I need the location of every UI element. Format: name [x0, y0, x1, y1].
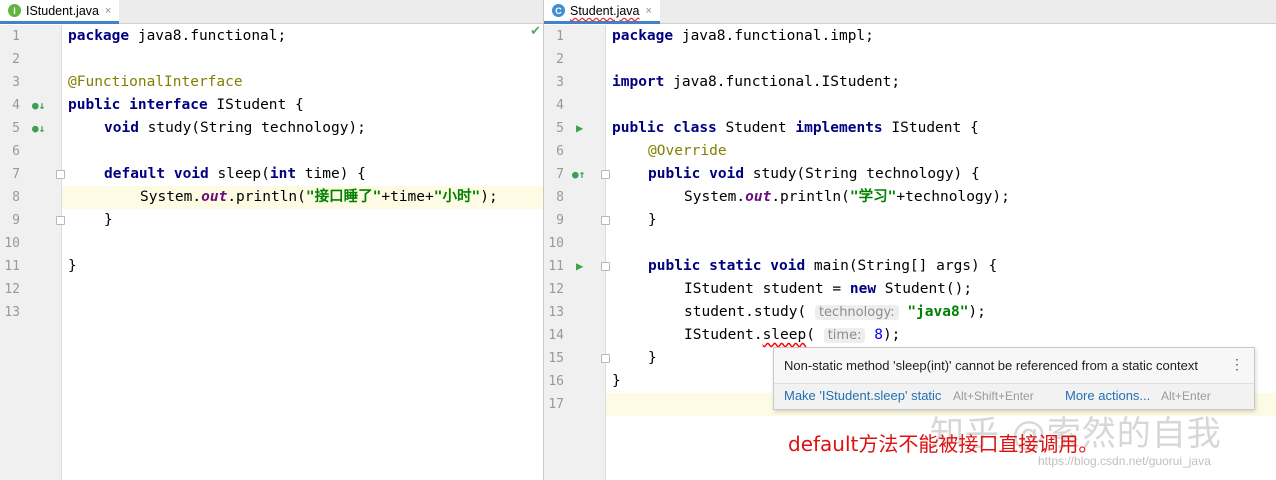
- line-number: 13: [4, 305, 20, 320]
- tab-label: IStudent.java: [26, 3, 99, 18]
- left-gutter: 1 2 3 4 5 6 7 8 9 10 11 12 13 ●↓ ●↓: [0, 25, 65, 480]
- error-tooltip-popup: Non-static method 'sleep(int)' cannot be…: [773, 347, 1255, 410]
- code-line-8: System.out.println("接口睡了"+time+"小时");: [140, 189, 498, 205]
- line-number: 1: [556, 29, 564, 44]
- line-number: 11: [4, 259, 20, 274]
- run-icon[interactable]: ▶: [576, 255, 583, 278]
- interface-file-icon: I: [8, 4, 21, 17]
- left-tab-bar: I IStudent.java ×: [0, 0, 543, 24]
- code-line-7: public void study(String technology) {: [648, 166, 980, 182]
- line-number: 9: [556, 213, 564, 228]
- code-line-8: System.out.println("学习"+technology);: [684, 189, 1010, 205]
- code-line-5: public class Student implements IStudent…: [612, 120, 979, 136]
- line-number: 5: [12, 121, 20, 136]
- more-actions-link[interactable]: More actions...: [1065, 388, 1150, 403]
- line-number: 6: [12, 144, 20, 159]
- implemented-by-icon[interactable]: ●↓: [32, 94, 45, 117]
- inspection-ok-icon[interactable]: ✔: [530, 24, 541, 39]
- close-icon[interactable]: ×: [105, 5, 111, 17]
- code-line-9: }: [648, 212, 657, 228]
- line-number: 7: [12, 167, 20, 182]
- implements-method-icon[interactable]: ●↑: [572, 163, 585, 186]
- line-number: 10: [548, 236, 564, 251]
- code-line-14: IStudent.sleep( time: 8);: [684, 327, 901, 343]
- right-tab-bar: C Student.java ×: [544, 0, 1276, 24]
- close-icon[interactable]: ×: [646, 5, 652, 17]
- parameter-hint: technology:: [814, 305, 899, 320]
- line-number: 14: [548, 328, 564, 343]
- shortcut-hint: Alt+Enter: [1161, 389, 1211, 403]
- line-number: 4: [556, 98, 564, 113]
- left-code-area[interactable]: package java8.functional; @FunctionalInt…: [62, 25, 543, 480]
- code-line-12: IStudent student = new Student();: [684, 281, 973, 297]
- implemented-by-icon[interactable]: ●↓: [32, 117, 45, 140]
- line-number: 3: [12, 75, 20, 90]
- code-line-9: }: [104, 212, 113, 228]
- line-number: 2: [556, 52, 564, 67]
- line-number: 13: [548, 305, 564, 320]
- line-number: 8: [556, 190, 564, 205]
- line-number: 9: [12, 213, 20, 228]
- error-highlight[interactable]: sleep: [763, 327, 807, 343]
- code-line-1: package java8.functional.impl;: [612, 28, 874, 44]
- line-number: 6: [556, 144, 564, 159]
- line-number: 4: [12, 98, 20, 113]
- more-options-icon[interactable]: ⋮: [1230, 356, 1244, 373]
- watermark-url: https://blog.csdn.net/guorui_java: [1038, 454, 1211, 468]
- line-number: 12: [4, 282, 20, 297]
- line-number: 1: [12, 29, 20, 44]
- code-line-3: import java8.functional.IStudent;: [612, 74, 901, 90]
- line-number: 10: [4, 236, 20, 251]
- line-number: 11: [548, 259, 564, 274]
- line-number: 16: [548, 374, 564, 389]
- run-icon[interactable]: ▶: [576, 117, 583, 140]
- code-line-13: student.study( technology: "java8");: [684, 304, 986, 320]
- make-static-action[interactable]: Make 'IStudent.sleep' static: [784, 388, 941, 403]
- code-line-4: public interface IStudent {: [68, 97, 304, 113]
- code-line-1: package java8.functional;: [68, 28, 287, 44]
- tab-student-java[interactable]: C Student.java ×: [544, 0, 660, 24]
- error-message: Non-static method 'sleep(int)' cannot be…: [784, 358, 1198, 373]
- line-number: 7: [556, 167, 564, 182]
- left-editor-pane: I IStudent.java × 1 2 3 4 5 6 7 8 9 10 1…: [0, 0, 543, 480]
- line-number: 5: [556, 121, 564, 136]
- code-line-3: @FunctionalInterface: [68, 74, 243, 90]
- tab-label: Student.java: [570, 3, 640, 18]
- code-line-6: @Override: [648, 143, 727, 159]
- line-number: 17: [548, 397, 564, 412]
- code-line-7: default void sleep(int time) {: [104, 166, 366, 182]
- tab-istudent-java[interactable]: I IStudent.java ×: [0, 0, 120, 24]
- code-line-11: public static void main(String[] args) {: [648, 258, 998, 274]
- class-file-icon: C: [552, 4, 565, 17]
- line-number: 12: [548, 282, 564, 297]
- line-number: 3: [556, 75, 564, 90]
- line-number: 8: [12, 190, 20, 205]
- code-line-11: }: [68, 258, 77, 274]
- line-number: 15: [548, 351, 564, 366]
- line-number: 2: [12, 52, 20, 67]
- parameter-hint: time:: [823, 328, 866, 343]
- code-line-5: void study(String technology);: [104, 120, 366, 136]
- right-gutter: 1 2 3 4 5 6 7 8 9 10 11 12 13 14 15 16 1…: [544, 25, 610, 480]
- shortcut-hint: Alt+Shift+Enter: [953, 389, 1034, 403]
- annotation-note: default方法不能被接口直接调用。: [788, 432, 1099, 456]
